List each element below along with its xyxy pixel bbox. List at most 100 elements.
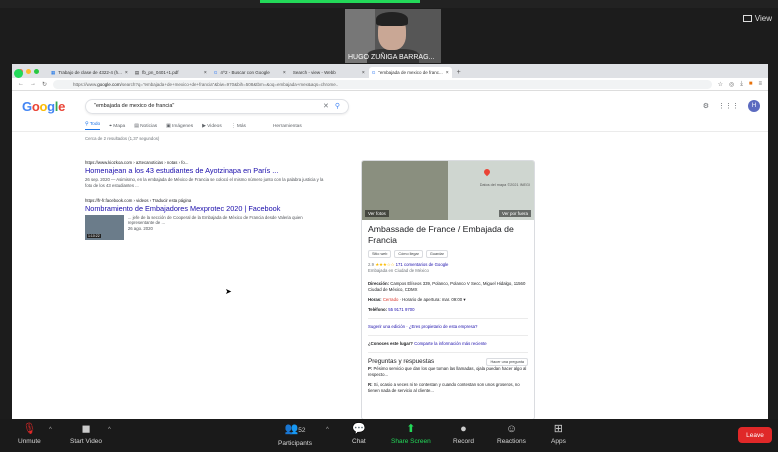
divider <box>368 334 528 336</box>
browser-tab-active[interactable]: G "embajada de mexico de franc... × <box>368 67 452 78</box>
participants-icon: 👥52 <box>284 423 306 435</box>
tab-favicon-icon: ▤ <box>134 69 140 75</box>
clear-search-icon[interactable]: ✕ <box>323 102 329 110</box>
participants-options-chevron-icon[interactable]: ^ <box>326 427 329 433</box>
search-nav-tabs: ⚲ Todo ⌖ Mapa ▤ Noticias ▣ Imágenes ▶ Vi… <box>12 121 768 132</box>
address-bar-row: ← → ↻ https://www. google.com/search?q="e… <box>12 78 768 91</box>
participant-count: 52 <box>298 427 306 434</box>
apps-button[interactable]: ⊞ Apps <box>551 423 566 445</box>
result-snippet: ... jefe de la sección de Cooperal de la… <box>127 214 303 226</box>
browser-tab[interactable]: Search - view - Webb × <box>290 67 368 78</box>
tab-maps[interactable]: ⌖ Mapa <box>109 123 125 129</box>
browser-tab[interactable]: G 4^2 - Buscar con Google × <box>211 67 289 78</box>
browser-tab[interactable]: ▦ Trabajo de clase de 4322-4 (h... × <box>48 67 131 78</box>
map-thumbnail[interactable]: Datos del mapa ©2021 INEGI Ver por fuera <box>448 161 534 220</box>
apps-grid-icon[interactable]: ⋮⋮⋮ <box>718 102 739 110</box>
participants-button[interactable]: 👥52 Participants <box>278 423 312 447</box>
result-date: 26 ago. 2020 <box>127 226 153 232</box>
forward-icon[interactable]: → <box>30 81 36 87</box>
minimize-window-icon[interactable] <box>26 69 31 74</box>
browser-menu-icon[interactable]: ≡ <box>758 81 762 88</box>
extension-icon[interactable]: ◎ <box>729 81 734 88</box>
tab-favicon-icon: G <box>371 70 376 75</box>
view-label: View <box>754 14 772 23</box>
tab-images[interactable]: ▣ Imágenes <box>166 124 193 129</box>
see-outside-label[interactable]: Ver por fuera <box>498 210 531 217</box>
close-tab-icon[interactable]: × <box>283 70 286 76</box>
map-pin-icon <box>482 167 492 177</box>
maximize-window-icon[interactable] <box>34 69 39 74</box>
record-button[interactable]: ● Record <box>453 423 474 445</box>
tab-videos[interactable]: ▶ Videos <box>202 124 222 129</box>
url-field[interactable]: https://www. google.com/search?q="embajad… <box>53 79 712 89</box>
result-title-link[interactable]: Nombramiento de Embajadores Mexprotec 20… <box>85 204 325 213</box>
tab-news[interactable]: ▤ Noticias <box>134 124 157 129</box>
search-input[interactable]: "embajada de mexico de francia" ✕ ⚲ <box>85 98 350 114</box>
divider <box>368 351 528 353</box>
directions-button[interactable]: Cómo llegar <box>394 249 423 258</box>
extension-color-icon[interactable]: ■ <box>749 81 753 88</box>
search-results: https://www.kiozkoa.com › aztecanoticias… <box>85 160 325 249</box>
video-options-chevron-icon[interactable]: ^ <box>108 427 111 433</box>
qa-heading: Preguntas y respuestas <box>368 357 435 365</box>
phone-row: Teléfono: 55 9171 9700 <box>368 306 415 312</box>
search-query: "embajada de mexico de francia" <box>94 103 175 109</box>
tab-all[interactable]: ⚲ Todo <box>85 122 101 130</box>
account-avatar[interactable]: H <box>748 100 760 112</box>
unmute-button[interactable]: 🎙 Unmute <box>18 423 41 445</box>
video-duration: 1:10:22 <box>87 233 101 238</box>
close-tab-icon[interactable]: × <box>125 70 128 76</box>
reviews-link[interactable]: 171 comentarios de Google <box>396 262 449 267</box>
close-tab-icon[interactable]: × <box>446 70 449 76</box>
result-cite[interactable]: https://www.kiozkoa.com › aztecanoticias… <box>85 160 325 165</box>
settings-gear-icon[interactable]: ⚙ <box>703 102 709 110</box>
reactions-button[interactable]: ☺ Reactions <box>497 423 526 445</box>
see-photos-label[interactable]: Ver fotos <box>365 210 389 217</box>
knowledge-panel: Ver fotos Datos del mapa ©2021 INEGI Ver… <box>361 160 535 420</box>
zoom-meeting-window: View HUGO ZUÑIGA BARRAG... ▦ Trabajo de c… <box>0 0 778 452</box>
reactions-icon: ☺ <box>505 423 518 435</box>
google-header: Google "embajada de mexico de francia" ✕… <box>12 91 768 121</box>
download-icon[interactable]: ⤓ <box>740 81 743 88</box>
search-icon[interactable]: ⚲ <box>335 102 340 110</box>
save-button[interactable]: Guardar <box>425 249 448 258</box>
tab-tools[interactable]: Herramientas <box>273 124 302 129</box>
sharing-indicator <box>260 0 420 3</box>
participant-video-tile[interactable]: HUGO ZUÑIGA BARRAG... <box>345 9 441 63</box>
tab-more[interactable]: ⋮ Más <box>231 124 246 129</box>
phone-link[interactable]: 55 9171 9700 <box>388 307 414 312</box>
know-place-row: ¿Conoces este lugar? Comparte la informa… <box>368 340 487 346</box>
result-title-link[interactable]: Homenajean a los 43 estudiantes de Ayotz… <box>85 166 325 175</box>
suggest-edit-link[interactable]: Sugerir una edición · ¿Eres propietario … <box>368 324 528 330</box>
new-tab-icon[interactable]: + <box>457 69 461 76</box>
share-screen-icon: ⬆ <box>406 423 416 435</box>
apps-icon: ⊞ <box>553 423 564 435</box>
leave-button[interactable]: Leave <box>738 427 772 443</box>
google-logo[interactable]: Google <box>22 99 65 114</box>
start-video-button[interactable]: ◼ Start Video <box>70 423 102 445</box>
place-category: Embajada en Ciudad de México <box>368 267 429 273</box>
back-icon[interactable]: ← <box>18 81 24 87</box>
bookmark-star-icon[interactable]: ☆ <box>718 81 723 88</box>
video-thumbnail[interactable]: 1:10:22 <box>85 214 124 240</box>
panel-body: Ambassade de France / Embajada de Franci… <box>362 220 534 402</box>
google-account-area: ⚙ ⋮⋮⋮ H <box>703 100 760 112</box>
ask-question-button[interactable]: Hacer una pregunta <box>486 357 528 366</box>
reload-icon[interactable]: ↻ <box>42 81 47 88</box>
muted-mic-icon: 🎙 <box>22 423 37 435</box>
panel-images: Ver fotos Datos del mapa ©2021 INEGI Ver… <box>362 161 534 220</box>
website-button[interactable]: Sitio web <box>368 249 392 258</box>
view-button[interactable]: View <box>742 14 772 23</box>
audio-options-chevron-icon[interactable]: ^ <box>49 427 52 433</box>
tab-favicon-icon: G <box>213 70 218 75</box>
browser-tab[interactable]: ▤ fb_pn_0401+1.pdf × <box>132 67 210 78</box>
result-cite[interactable]: https://fr-fr.facebook.com › videos › Tr… <box>85 198 325 203</box>
chat-button[interactable]: 💬 Chat <box>352 423 366 445</box>
building-photo[interactable]: Ver fotos <box>362 161 448 220</box>
close-tab-icon[interactable]: × <box>362 70 365 76</box>
chat-icon: 💬 <box>352 423 366 435</box>
participant-name: HUGO ZUÑIGA BARRAG... <box>348 54 435 61</box>
share-screen-button[interactable]: ⬆ Share Screen <box>391 423 431 445</box>
close-tab-icon[interactable]: × <box>204 70 207 76</box>
hours-row[interactable]: Horas: Cerrado · Horario de apertura: ma… <box>368 297 528 303</box>
